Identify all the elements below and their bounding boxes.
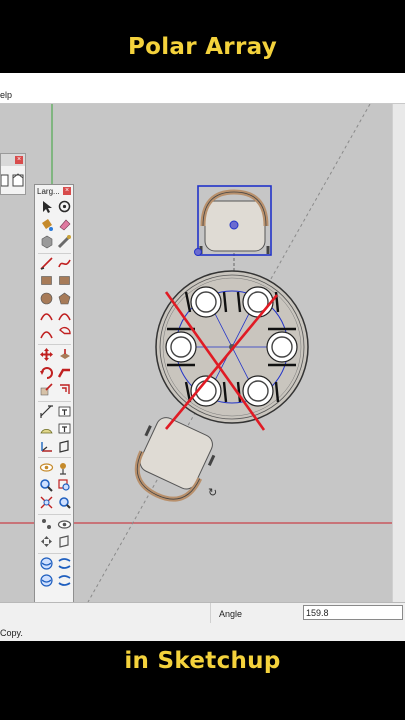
status-text: Copy. bbox=[0, 628, 23, 638]
select-tool-icon[interactable] bbox=[39, 199, 54, 214]
measurements-input[interactable] bbox=[303, 605, 403, 620]
axes-tool-icon[interactable] bbox=[39, 439, 54, 454]
toolbar-separator bbox=[38, 513, 71, 515]
toolbar-separator bbox=[38, 552, 71, 554]
zoom-extents-icon[interactable] bbox=[39, 495, 54, 510]
menu-help[interactable]: elp bbox=[0, 90, 12, 100]
dimension-tool-icon[interactable] bbox=[39, 404, 54, 419]
caption-bottom: in Sketchup bbox=[124, 648, 281, 674]
push-pull-icon[interactable] bbox=[57, 347, 72, 362]
large-tool-set-toolbar[interactable]: Larg... × bbox=[34, 184, 74, 606]
toolbar-separator bbox=[38, 457, 71, 458]
menu-bar: elp bbox=[0, 87, 405, 104]
layout-icon[interactable] bbox=[57, 573, 72, 588]
toolbar-separator bbox=[38, 344, 71, 345]
line-tool-icon[interactable] bbox=[39, 256, 54, 271]
pie-tool-icon[interactable] bbox=[57, 326, 72, 341]
scale-tool-icon[interactable] bbox=[39, 382, 54, 397]
make-component-icon[interactable] bbox=[39, 234, 54, 249]
tape-measure-icon[interactable] bbox=[57, 234, 72, 249]
rectangle-tool-icon[interactable] bbox=[39, 273, 54, 288]
share-model-icon[interactable] bbox=[57, 556, 72, 571]
vertical-scrollbar[interactable] bbox=[392, 104, 405, 602]
offset-tool-icon[interactable] bbox=[57, 382, 72, 397]
toolbar-separator bbox=[38, 252, 71, 254]
previous-view-icon[interactable] bbox=[57, 495, 72, 510]
freehand-tool-icon[interactable] bbox=[57, 256, 72, 271]
small-toolbar[interactable]: × bbox=[0, 153, 26, 195]
look-around-icon[interactable] bbox=[39, 460, 54, 475]
close-icon[interactable]: × bbox=[15, 156, 23, 164]
move-tool-icon[interactable] bbox=[39, 347, 54, 362]
walk-tool-icon[interactable] bbox=[39, 517, 54, 532]
3d-text-icon[interactable] bbox=[57, 421, 72, 436]
circle-tool-icon[interactable] bbox=[39, 291, 54, 306]
divider bbox=[210, 603, 211, 623]
measurements-label: Angle bbox=[219, 609, 243, 619]
position-camera-icon[interactable] bbox=[57, 460, 72, 475]
orbit-tool-icon[interactable] bbox=[57, 199, 72, 214]
two-point-arc-icon[interactable] bbox=[57, 308, 72, 323]
rotate-tool-icon[interactable] bbox=[39, 365, 54, 380]
follow-me-icon[interactable] bbox=[57, 365, 72, 380]
eraser-icon[interactable] bbox=[57, 217, 72, 232]
arc-tool-icon[interactable] bbox=[39, 308, 54, 323]
eye-icon[interactable] bbox=[57, 517, 72, 532]
toolbar-icons bbox=[1, 173, 24, 187]
sketchup-window: elp ↻ × Larg... × Angle 159.8 Copy. bbox=[0, 73, 405, 641]
caption-top: Polar Array bbox=[127, 34, 277, 60]
section-cut-icon[interactable] bbox=[57, 534, 72, 549]
pan-tool-icon[interactable] bbox=[39, 534, 54, 549]
close-icon[interactable]: × bbox=[63, 187, 71, 195]
text-tool-icon[interactable] bbox=[57, 404, 72, 419]
component-icon bbox=[1, 174, 9, 187]
drawing-viewport[interactable]: ↻ × Larg... × bbox=[0, 104, 392, 606]
toolbar-title: Larg... bbox=[37, 187, 60, 196]
polygon-tool-icon[interactable] bbox=[57, 291, 72, 306]
cursor-rotate-icon: ↻ bbox=[208, 487, 217, 499]
rotated-rectangle-icon[interactable] bbox=[57, 273, 72, 288]
paint-bucket-icon[interactable] bbox=[39, 217, 54, 232]
chair-copy[interactable] bbox=[125, 412, 220, 510]
status-bar: Angle Copy. bbox=[0, 602, 405, 641]
protractor-icon[interactable] bbox=[39, 421, 54, 436]
extension-warehouse-icon[interactable] bbox=[39, 573, 54, 588]
zoom-tool-icon[interactable] bbox=[39, 478, 54, 493]
toolbar-header[interactable]: × bbox=[1, 154, 25, 166]
title-bar bbox=[0, 73, 405, 88]
toolbar-separator bbox=[38, 400, 71, 402]
selected-chair[interactable] bbox=[194, 185, 272, 256]
warehouse-icon[interactable] bbox=[39, 556, 54, 571]
three-point-arc-icon[interactable] bbox=[39, 326, 54, 341]
zoom-window-icon[interactable] bbox=[57, 478, 72, 493]
section-plane-icon[interactable] bbox=[57, 439, 72, 454]
